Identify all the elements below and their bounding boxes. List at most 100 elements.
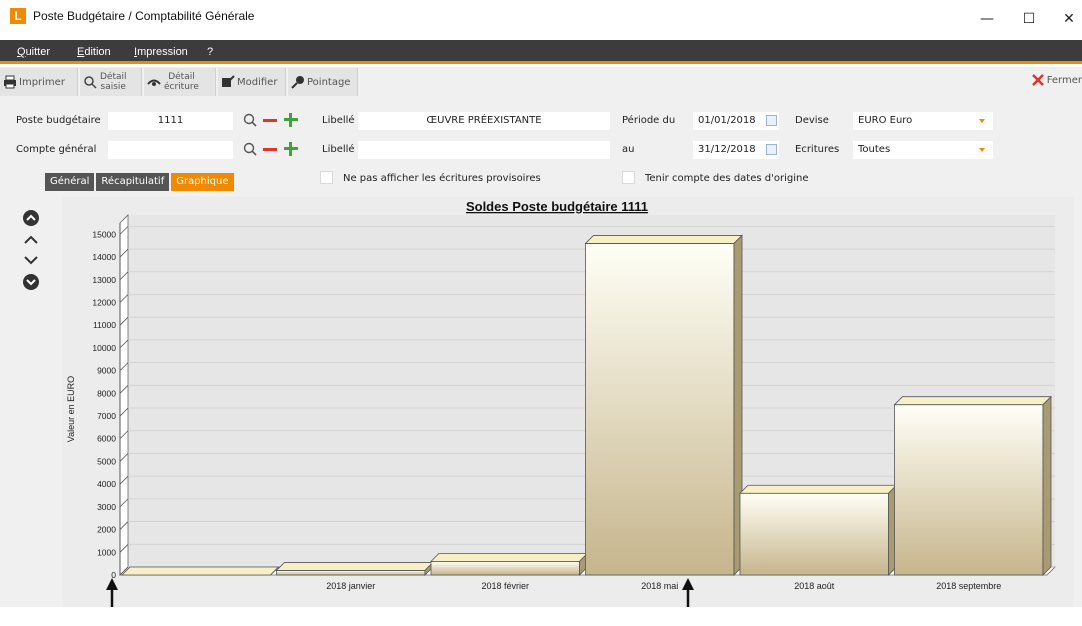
bar-chart: Soldes Poste budgétaire 1111 Valeur en E… xyxy=(66,199,1056,591)
libelle-label-2: Libellé xyxy=(322,144,355,155)
chart-area: Soldes Poste budgétaire 1111 Valeur en E… xyxy=(0,197,1082,607)
au-label: au xyxy=(622,144,635,155)
close-button[interactable]: ✕ xyxy=(1046,4,1082,34)
chevron-down-icon xyxy=(979,148,985,152)
modifier-label: Modifier xyxy=(237,76,278,88)
y-tick-label: 12000 xyxy=(92,297,116,307)
y-tick-label: 1000 xyxy=(97,547,116,557)
date-to-input[interactable]: 31/12/2018 xyxy=(693,141,779,159)
periode-label: Période du xyxy=(622,115,676,126)
x-tick-label: 2018 février xyxy=(481,581,529,591)
printer-icon xyxy=(4,75,16,89)
y-tick-label: 14000 xyxy=(92,252,116,262)
y-tick-label: 7000 xyxy=(97,411,116,421)
menu-impression[interactable]: Impression xyxy=(134,46,188,58)
fermer-button[interactable]: Fermer xyxy=(1031,73,1082,87)
chevron-down-icon[interactable] xyxy=(22,251,40,269)
pointage-button[interactable]: Pointage xyxy=(288,68,358,96)
provisoires-checkbox[interactable] xyxy=(320,171,333,184)
devise-select[interactable]: EURO Euro xyxy=(853,112,993,130)
last-record-icon[interactable] xyxy=(22,273,40,291)
x-tick-label: 2018 août xyxy=(794,581,835,591)
calendar-icon[interactable] xyxy=(766,115,777,126)
status-bar xyxy=(0,607,1082,626)
libelle-label: Libellé xyxy=(322,115,355,126)
chart-panel: Soldes Poste budgétaire 1111 Valeur en E… xyxy=(62,197,1074,607)
y-tick-label: 9000 xyxy=(97,366,116,376)
title-bar: L Poste Budgétaire / Comptabilité Généra… xyxy=(0,0,1082,40)
menu-quitter[interactable]: Quitter xyxy=(17,46,50,58)
y-tick-label: 6000 xyxy=(97,434,116,444)
tab-bar: Général Récapitulatif Graphique xyxy=(45,173,236,191)
chevron-up-icon[interactable] xyxy=(22,231,40,249)
poste-label: Poste budgétaire xyxy=(16,115,101,126)
y-tick-label: 3000 xyxy=(97,502,116,512)
y-tick-label: 11000 xyxy=(93,320,116,330)
menu-edition[interactable]: Edition xyxy=(77,46,111,58)
tab-graphique[interactable]: Graphique xyxy=(171,173,234,191)
detail-saisie-label-1: Détail xyxy=(100,72,127,82)
date-from-value: 01/01/2018 xyxy=(698,115,756,126)
date-to-value: 31/12/2018 xyxy=(698,144,756,155)
imprimer-label: Imprimer xyxy=(19,76,65,88)
bar-top xyxy=(739,484,898,494)
ecritures-value: Toutes xyxy=(858,144,891,155)
search-icon[interactable] xyxy=(243,113,257,127)
libelle-input-2[interactable] xyxy=(358,141,610,159)
tab-recapitulatif[interactable]: Récapitulatif xyxy=(96,173,170,191)
date-from-input[interactable]: 01/01/2018 xyxy=(693,112,779,130)
imprimer-button[interactable]: Imprimer xyxy=(0,68,78,96)
edit-icon xyxy=(222,75,235,87)
y-tick-label: 13000 xyxy=(92,275,116,285)
libelle-input[interactable]: ŒUVRE PRÉEXISTANTE xyxy=(358,112,610,130)
search-icon[interactable] xyxy=(243,142,257,156)
app-logo: L xyxy=(10,8,26,24)
bar xyxy=(430,560,580,576)
chevron-down-icon xyxy=(979,119,985,123)
modifier-button[interactable]: Modifier xyxy=(218,68,286,96)
y-tick-label: 4000 xyxy=(97,479,116,489)
bar-top xyxy=(584,235,743,244)
poste-input[interactable]: 1111 xyxy=(108,112,233,130)
ecritures-select[interactable]: Toutes xyxy=(853,141,993,159)
bar xyxy=(739,492,889,576)
y-tick-label: 5000 xyxy=(97,456,116,466)
y-tick-label: 10000 xyxy=(92,343,116,353)
remove-icon[interactable] xyxy=(263,119,277,122)
detail-saisie-button[interactable]: Détail saisie xyxy=(80,68,142,96)
minimize-button[interactable]: — xyxy=(964,4,1010,34)
menu-bar: Quitter Edition Impression ? xyxy=(0,40,1082,64)
dates-origine-label: Tenir compte des dates d'origine xyxy=(645,173,809,184)
menu-help[interactable]: ? xyxy=(207,46,213,58)
first-record-icon[interactable] xyxy=(22,209,40,227)
chart-title: Soldes Poste budgétaire 1111 xyxy=(466,199,648,214)
add-icon[interactable] xyxy=(284,113,298,127)
compte-label: Compte général xyxy=(16,144,97,155)
ecritures-label: Ecritures xyxy=(795,144,840,155)
compte-input[interactable] xyxy=(108,141,233,159)
fermer-label: Fermer xyxy=(1046,74,1082,86)
dates-origine-checkbox[interactable] xyxy=(622,171,635,184)
x-tick-label: 2018 mai xyxy=(641,581,678,591)
detail-ecriture-label-2: écriture xyxy=(164,82,199,92)
detail-ecriture-label-1: Détail xyxy=(168,72,195,82)
magnifier-icon xyxy=(84,76,97,89)
bar xyxy=(585,243,735,576)
add-icon[interactable] xyxy=(284,142,298,156)
filter-form: Poste budgétaire 1111 Libellé ŒUVRE PRÉE… xyxy=(0,97,1082,197)
toolbar: Imprimer Détail saisie Détail écriture M… xyxy=(0,67,1082,97)
window-title: Poste Budgétaire / Comptabilité Générale xyxy=(33,9,255,23)
detail-saisie-label-2: saisie xyxy=(100,82,126,92)
remove-icon[interactable] xyxy=(263,148,277,151)
bar-top xyxy=(121,566,280,576)
bar-top xyxy=(430,552,589,562)
pointage-label: Pointage xyxy=(307,76,351,88)
devise-value: EURO Euro xyxy=(858,115,913,126)
tab-general[interactable]: Général xyxy=(45,173,95,191)
y-tick-label: 15000 xyxy=(92,229,116,239)
y-axis-label: Valeur en EURO xyxy=(66,376,76,442)
calendar-icon[interactable] xyxy=(766,144,777,155)
bar-top xyxy=(275,562,434,571)
detail-ecriture-button[interactable]: Détail écriture xyxy=(144,68,216,96)
devise-label: Devise xyxy=(795,115,829,126)
